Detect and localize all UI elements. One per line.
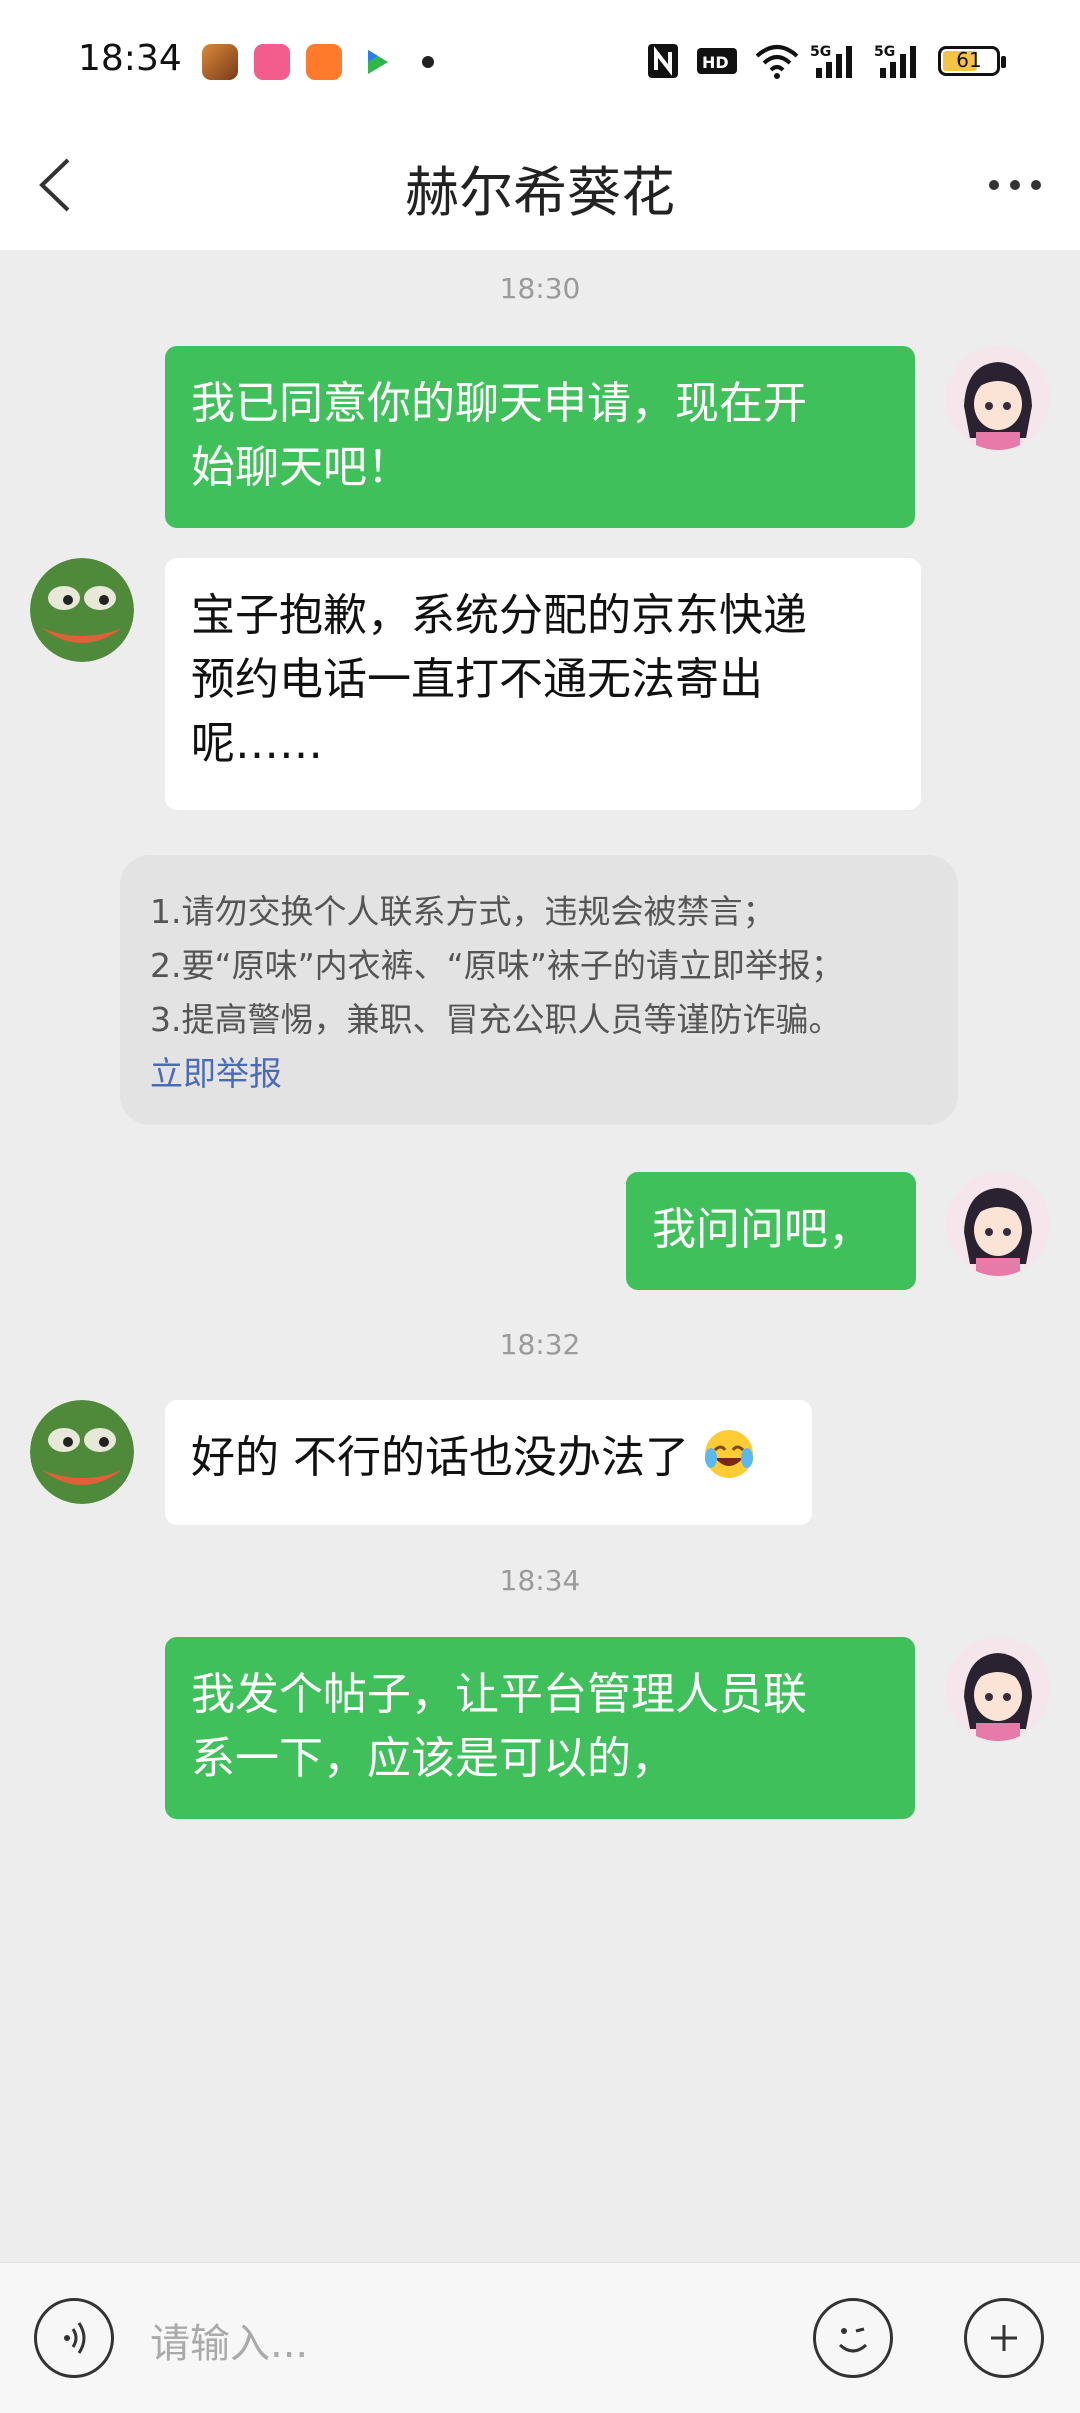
emoji-icon [838, 2327, 868, 2353]
video-app-icon [358, 44, 394, 80]
plus-button[interactable] [964, 2298, 1044, 2378]
message-text: 我已同意你的聊天申请，现在开 [191, 378, 807, 429]
outgoing-message[interactable]: 我问问吧， [626, 1172, 916, 1290]
svg-text:HD: HD [702, 53, 729, 72]
message-timestamp: 18:32 [499, 1328, 581, 1361]
message-text: 宝子抱歉，系统分配的京东快递 [191, 590, 807, 641]
contact-avatar[interactable] [30, 558, 134, 662]
more-button[interactable] [980, 160, 1050, 210]
battery-icon: 61 [938, 46, 1006, 76]
contact-avatar[interactable] [30, 1400, 134, 1504]
message-input[interactable]: 请输入... [150, 2311, 308, 2369]
game-app-icon [202, 44, 238, 80]
notification-dot [422, 56, 434, 68]
notice-line: 2.要“原味”内衣裤、“原味”袜子的请立即举报； [150, 946, 844, 985]
svg-text:5G: 5G [810, 44, 831, 60]
hd-icon: HD [697, 48, 737, 74]
safety-notice: 1.请勿交换个人联系方式，违规会被禁言； 2.要“原味”内衣裤、“原味”袜子的请… [120, 855, 958, 1125]
nfc-icon [648, 44, 678, 78]
message-text: 系一下，应该是可以的， [191, 1733, 675, 1784]
plus-icon [991, 2325, 1017, 2351]
message-timestamp: 18:30 [499, 272, 581, 305]
chat-header: 赫尔希葵花 [0, 120, 1080, 250]
my-avatar[interactable] [946, 1637, 1050, 1741]
incoming-message[interactable]: 好的 不行的话也没办法了 [165, 1400, 812, 1525]
wifi-icon [755, 45, 799, 79]
page-title: 赫尔希葵花 [405, 161, 675, 224]
message-text: 我问问吧， [652, 1204, 872, 1255]
svg-text:5G: 5G [874, 44, 895, 60]
signal-5g-icon: 5G [810, 44, 852, 78]
outgoing-message[interactable]: 我发个帖子，让平台管理人员联 系一下，应该是可以的， [165, 1637, 915, 1819]
battery-level: 61 [956, 48, 982, 72]
message-text: 好的 不行的话也没办法了 [191, 1432, 689, 1483]
status-bar: 18:34 HD 5G 5G 61 [0, 0, 1080, 120]
shop-app-icon [306, 44, 342, 80]
input-bar: 请输入... [0, 2262, 1080, 2413]
status-time: 18:34 [78, 38, 182, 79]
report-link[interactable]: 立即举报 [150, 1047, 928, 1101]
my-avatar[interactable] [946, 1172, 1050, 1276]
voice-icon [64, 2322, 86, 2354]
my-avatar[interactable] [946, 346, 1050, 450]
message-text: 我发个帖子，让平台管理人员联 [191, 1669, 807, 1720]
notice-line: 1.请勿交换个人联系方式，违规会被禁言； [150, 892, 776, 931]
message-text: 呢…… [191, 718, 323, 769]
signal-5g-icon-2: 5G [874, 44, 916, 78]
message-text: 预约电话一直打不通无法寄出 [191, 654, 763, 705]
message-timestamp: 18:34 [499, 1564, 581, 1597]
more-dots-icon [989, 180, 1041, 190]
message-text: 始聊天吧！ [191, 442, 411, 493]
outgoing-message[interactable]: 我已同意你的聊天申请，现在开 始聊天吧！ [165, 346, 915, 528]
notice-line: 3.提高警惕，兼职、冒充公职人员等谨防诈骗。 [150, 1000, 842, 1039]
laughing-tears-emoji-icon [705, 1430, 753, 1478]
bilibili-app-icon [254, 44, 290, 80]
incoming-message[interactable]: 宝子抱歉，系统分配的京东快递 预约电话一直打不通无法寄出 呢…… [165, 558, 921, 810]
emoji-button[interactable] [813, 2298, 893, 2378]
voice-button[interactable] [34, 2298, 114, 2378]
